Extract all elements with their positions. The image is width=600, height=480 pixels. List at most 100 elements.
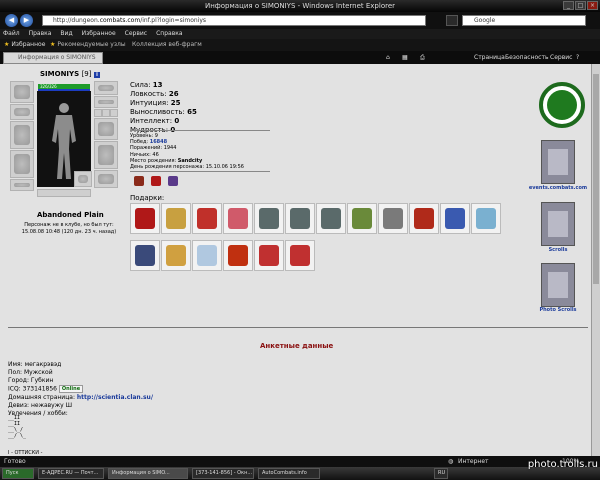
weapon-slot-icon[interactable]	[10, 121, 34, 149]
home-icon[interactable]: ⌂	[386, 51, 390, 64]
profile-details: Имя: мегакрэвэд Пол: Мужской Город: Губк…	[8, 361, 153, 418]
profile-city: Город: Губкин	[8, 377, 153, 385]
gift-icon	[228, 208, 248, 229]
menu-view[interactable]: Вид	[60, 29, 72, 39]
nickname: SIMONIYS	[40, 70, 80, 78]
icq-online-badge[interactable]: Online	[58, 385, 84, 393]
scrollbar-thumb[interactable]	[593, 74, 599, 284]
stats-list: Сила: 13 Ловкость: 26 Интуиция: 25 Вынос…	[130, 81, 197, 135]
gift-item[interactable]	[130, 203, 160, 234]
feeds-icon[interactable]: ▦	[402, 51, 408, 64]
security-menu[interactable]: Безопасность	[505, 51, 549, 64]
taskbar-item[interactable]: AutoCombats.info	[258, 468, 320, 479]
language-indicator[interactable]: RU	[434, 468, 448, 479]
earring-slot-icon[interactable]	[94, 81, 118, 95]
gift-item[interactable]	[223, 203, 253, 234]
gifts-label: Подарки:	[130, 194, 165, 202]
detail-label: Уровень:	[130, 133, 154, 139]
gift-item[interactable]	[316, 203, 346, 234]
combats-logo-icon[interactable]	[539, 82, 585, 128]
taskbar-item[interactable]: [373-141-856] - Окн...	[192, 468, 254, 479]
taskbar-item[interactable]: Информация о SIMO...	[108, 468, 188, 479]
detail-value: 15.10.06 19:56	[205, 164, 244, 171]
gift-icon	[259, 245, 279, 266]
events-banner-icon[interactable]	[541, 140, 575, 184]
gift-item[interactable]	[285, 240, 315, 271]
gift-item[interactable]	[347, 203, 377, 234]
pocket-slots[interactable]	[37, 189, 91, 197]
boots-slot-icon[interactable]	[94, 170, 118, 188]
homepage-link[interactable]: http://scientia.clan.su/	[77, 394, 153, 401]
tools-menu[interactable]: Сервис	[550, 51, 572, 64]
gift-item[interactable]	[192, 203, 222, 234]
scrolls-link[interactable]: Scrolls	[527, 247, 589, 253]
favorite-link-2[interactable]: Коллекция веб-фрагм	[132, 39, 202, 51]
gift-item[interactable]	[409, 203, 439, 234]
tab-active[interactable]: Информация о SIMONIYS	[3, 52, 103, 64]
gift-icon	[166, 245, 186, 266]
pet-slot-icon[interactable]	[74, 171, 92, 187]
detail-value: 1944	[163, 145, 177, 152]
menu-edit[interactable]: Правка	[29, 29, 52, 39]
gift-item[interactable]	[130, 240, 160, 271]
menu-favorites[interactable]: Избранное	[82, 29, 116, 39]
profile-label: Пол:	[8, 369, 23, 376]
vertical-scrollbar[interactable]	[591, 64, 600, 456]
stat-value: 26	[168, 90, 179, 98]
forward-button[interactable]: ▶	[20, 14, 33, 27]
helmet-slot-icon[interactable]	[10, 81, 34, 103]
page-menu[interactable]: Страница	[474, 51, 505, 64]
taskbar-item[interactable]: E-АДРЕС.RU — Почт...	[38, 468, 104, 479]
gift-item[interactable]	[471, 203, 501, 234]
ring-1-slot-icon[interactable]	[94, 109, 102, 117]
scrolls-banner-icon[interactable]	[541, 202, 575, 246]
gift-item[interactable]	[223, 240, 253, 271]
armor-slot-icon[interactable]	[10, 150, 34, 178]
address-bar[interactable]: http://dungeon.combats.com/inf.pl?login=…	[42, 15, 426, 26]
print-icon[interactable]: ⎙	[420, 51, 425, 64]
events-link[interactable]: events.combats.com	[527, 185, 589, 191]
command-bar: Информация о SIMONIYS ⌂ ▦ ⎙ Страница Без…	[0, 51, 600, 64]
stat-value: 0	[174, 117, 180, 125]
ring-2-slot-icon[interactable]	[102, 109, 110, 117]
clan-badge-icon[interactable]	[134, 176, 144, 186]
order-badge-icon[interactable]	[168, 176, 178, 186]
menu-file[interactable]: Файл	[3, 29, 20, 39]
minimize-button[interactable]: _	[563, 1, 574, 10]
maximize-button[interactable]: □	[575, 1, 586, 10]
gift-item[interactable]	[254, 203, 284, 234]
gloves-slot-icon[interactable]	[94, 118, 118, 140]
gift-item[interactable]	[192, 240, 222, 271]
info-icon[interactable]: i	[93, 72, 100, 78]
gift-item[interactable]	[161, 240, 191, 271]
belt-slot-icon[interactable]	[10, 179, 34, 191]
ring-3-slot-icon[interactable]	[110, 109, 118, 117]
menu-help[interactable]: Справка	[156, 29, 182, 39]
favorites-button[interactable]: ★ Избранное	[4, 39, 45, 51]
gift-item[interactable]	[440, 203, 470, 234]
photo-scrolls-banner-icon[interactable]	[541, 263, 575, 307]
award-badge-icon[interactable]	[151, 176, 161, 186]
zone-text: Интернет	[458, 458, 489, 465]
bracers-slot-icon[interactable]	[10, 104, 34, 120]
refresh-button[interactable]	[446, 15, 458, 26]
gift-item[interactable]	[378, 203, 408, 234]
favorite-link-1[interactable]: ★ Рекомендуемые узлы	[50, 39, 126, 51]
close-button[interactable]: ×	[587, 1, 598, 10]
stat-label: Интуиция:	[130, 99, 169, 107]
photo-scrolls-link[interactable]: Photo Scrolls	[527, 307, 589, 313]
gift-item[interactable]	[285, 203, 315, 234]
start-button[interactable]: Пуск	[2, 468, 34, 479]
stat-agility: Ловкость: 26	[130, 90, 197, 99]
amulet-slot-icon[interactable]	[94, 96, 118, 108]
search-input[interactable]: Google	[462, 15, 586, 26]
help-menu[interactable]: ?	[576, 51, 579, 64]
gift-item[interactable]	[254, 240, 284, 271]
gift-item[interactable]	[161, 203, 191, 234]
hobby-ascii-art: __II __II __\_/ __/ \_	[8, 415, 27, 439]
favorites-bar: ★ Избранное ★ Рекомендуемые узлы Коллекц…	[0, 39, 600, 51]
back-button[interactable]: ◀	[5, 14, 18, 27]
menu-tools[interactable]: Сервис	[125, 29, 147, 39]
detail-birthday: День рождения персонажа: 15.10.06 19:56	[130, 164, 244, 170]
shield-slot-icon[interactable]	[94, 141, 118, 169]
